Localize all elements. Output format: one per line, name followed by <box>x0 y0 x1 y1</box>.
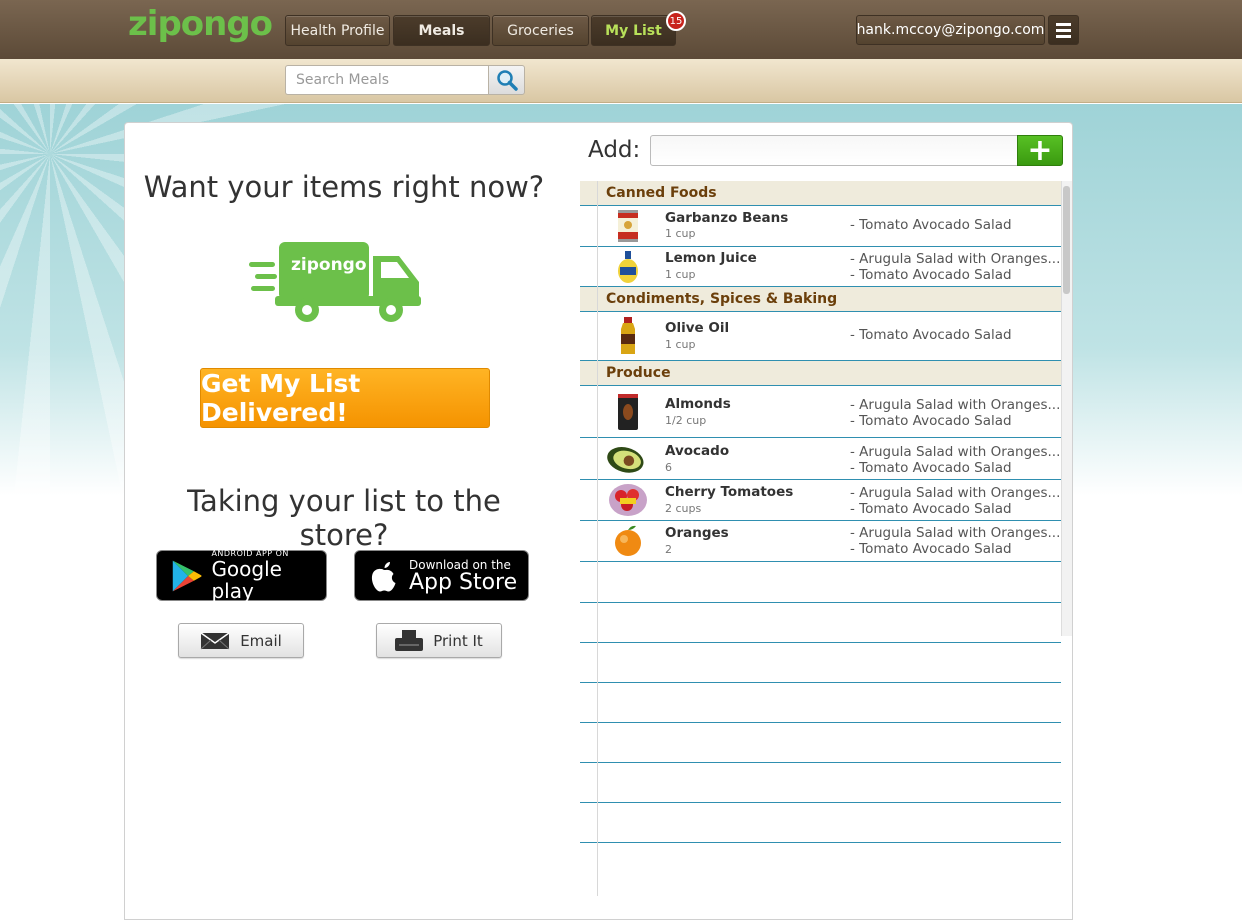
delivery-heading: Want your items right now? <box>143 170 545 204</box>
google-play-icon <box>172 560 202 591</box>
item-name: Oranges <box>665 525 729 541</box>
list-item-avocado[interactable]: Avocado 6 - Arugula Salad with Oranges..… <box>580 438 1061 480</box>
zipongo-logo[interactable]: zipongo <box>128 4 273 44</box>
user-account-button[interactable]: hank.mccoy@zipongo.com <box>856 15 1045 45</box>
item-meal: - Tomato Avocado Salad <box>850 327 1012 343</box>
apple-icon <box>371 561 396 591</box>
item-name: Olive Oil <box>665 320 730 336</box>
item-meal: - Tomato Avocado Salad <box>850 267 1012 283</box>
delivery-truck-icon: zipongo <box>249 242 421 322</box>
empty-list-line <box>580 642 1061 643</box>
tab-health-profile[interactable]: Health Profile <box>285 15 390 46</box>
list-item-almonds[interactable]: Almonds 1/2 cup - Arugula Salad with Ora… <box>580 386 1061 438</box>
item-meal: - Arugula Salad with Oranges... <box>850 525 1061 541</box>
item-meal: - Arugula Salad with Oranges... <box>850 251 1061 267</box>
item-name: Avocado <box>665 443 730 459</box>
tab-my-list[interactable]: My List <box>591 15 676 46</box>
lemon-juice-bottle-icon <box>618 251 638 283</box>
store-heading: Taking your list to the store? <box>187 484 501 552</box>
category-condiments-spices-baking: Condiments, Spices & Baking <box>580 287 1061 312</box>
printer-icon <box>395 629 424 651</box>
category-produce: Produce <box>580 361 1061 386</box>
olive-oil-bottle-icon <box>621 317 635 354</box>
top-navigation-bar: zipongo Health Profile Meals Groceries M… <box>0 0 1242 59</box>
item-meal: - Tomato Avocado Salad <box>850 460 1012 476</box>
empty-list-line <box>580 842 1061 843</box>
empty-list-line <box>580 602 1061 603</box>
item-name: Cherry Tomatoes <box>665 484 794 500</box>
list-scrollbar-thumb[interactable] <box>1063 186 1070 294</box>
tab-meals[interactable]: Meals <box>393 15 490 46</box>
search-bar <box>0 59 1242 103</box>
search-meals-input[interactable] <box>285 65 488 95</box>
list-margin-line <box>597 181 598 896</box>
truck-logo-text: zipongo <box>291 255 367 275</box>
item-quantity: 2 <box>665 543 672 556</box>
tab-groceries[interactable]: Groceries <box>492 15 589 46</box>
item-name: Lemon Juice <box>665 250 757 266</box>
add-item-label: Add: <box>588 137 641 163</box>
item-quantity: 1 cup <box>665 338 696 351</box>
empty-list-line <box>580 682 1061 683</box>
hamburger-menu-icon[interactable] <box>1048 15 1079 45</box>
list-item-lemon-juice[interactable]: Lemon Juice 1 cup - Arugula Salad with O… <box>580 247 1061 287</box>
orange-icon <box>615 525 641 556</box>
google-play-text: Google play <box>211 557 282 603</box>
almonds-bag-icon <box>618 394 638 430</box>
item-quantity: 1 cup <box>665 227 696 240</box>
google-play-badge[interactable]: ANDROID APP ON Google play <box>156 549 327 603</box>
empty-list-line <box>580 802 1061 803</box>
item-quantity: 1 cup <box>665 268 696 281</box>
email-button-label: Email <box>240 631 282 650</box>
empty-list-line <box>580 762 1061 763</box>
list-item-garbanzo-beans[interactable]: Garbanzo Beans 1 cup - Tomato Avocado Sa… <box>580 206 1061 247</box>
item-meal: - Tomato Avocado Salad <box>850 413 1012 429</box>
avocado-icon <box>607 447 644 473</box>
app-store-text: App Store <box>409 569 518 595</box>
item-meal: - Tomato Avocado Salad <box>850 541 1012 557</box>
category-canned-foods: Canned Foods <box>580 181 1061 206</box>
item-name: Almonds <box>665 396 731 412</box>
item-meal: - Arugula Salad with Oranges... <box>850 485 1061 501</box>
print-button-label: Print It <box>433 631 483 650</box>
item-quantity: 6 <box>665 461 672 474</box>
item-quantity: 1/2 cup <box>665 414 707 427</box>
item-meal: - Arugula Salad with Oranges... <box>850 397 1061 413</box>
item-meal: - Arugula Salad with Oranges... <box>850 444 1061 460</box>
item-meal: - Tomato Avocado Salad <box>850 217 1012 233</box>
list-item-oranges[interactable]: Oranges 2 - Arugula Salad with Oranges..… <box>580 521 1061 562</box>
add-item-input[interactable] <box>650 135 1018 166</box>
envelope-icon <box>200 631 230 649</box>
app-store-badge[interactable]: Download on the App Store <box>354 550 529 601</box>
item-name: Garbanzo Beans <box>665 210 789 226</box>
garbanzo-can-icon <box>618 210 638 242</box>
cherry-tomatoes-icon <box>609 484 647 516</box>
email-button[interactable]: Email <box>178 623 304 658</box>
magnifier-icon[interactable] <box>488 65 525 95</box>
empty-list-line <box>580 722 1061 723</box>
plus-icon[interactable]: + <box>1017 135 1063 166</box>
shopping-list: Canned Foods Garbanzo Beans 1 cup - Toma… <box>580 181 1061 896</box>
get-list-delivered-button[interactable]: Get My List Delivered! <box>200 368 490 428</box>
list-item-olive-oil[interactable]: Olive Oil 1 cup - Tomato Avocado Salad <box>580 312 1061 361</box>
item-quantity: 2 cups <box>665 502 702 515</box>
print-button[interactable]: Print It <box>376 623 502 658</box>
item-meal: - Tomato Avocado Salad <box>850 501 1012 517</box>
list-count-badge: 15 <box>666 11 686 31</box>
list-item-cherry-tomatoes[interactable]: Cherry Tomatoes 2 cups - Arugula Salad w… <box>580 480 1061 521</box>
